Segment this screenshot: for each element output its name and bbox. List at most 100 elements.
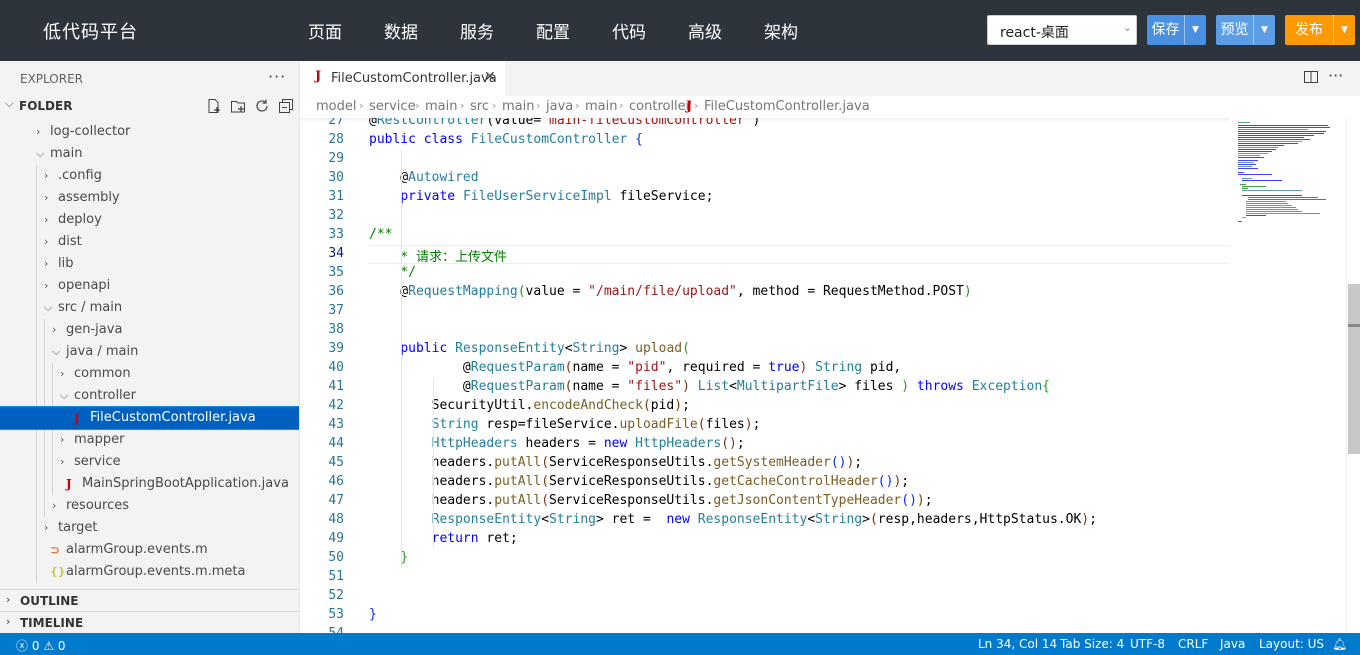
collapse-all-icon[interactable]	[278, 98, 294, 114]
outline-section-header[interactable]: › OUTLINE	[0, 589, 299, 611]
tree-folder[interactable]: › assembly	[0, 187, 299, 209]
line-number: 29	[328, 151, 344, 166]
close-icon[interactable]: ✕	[484, 69, 496, 85]
tree-folder[interactable]: › log-collector	[0, 121, 299, 143]
tab-file-custom-controller[interactable]: J FileCustomController.java ✕	[300, 61, 505, 96]
tree-item-label: lib	[58, 256, 74, 271]
notifications-icon[interactable]: 🔔︎	[1332, 637, 1347, 651]
java-file-icon: J	[66, 477, 72, 491]
code-line[interactable]: headers.putAll(ServiceResponseUtils.getS…	[369, 455, 863, 470]
publish-dropdown-caret-icon[interactable]: ▼	[1333, 15, 1355, 45]
tree-folder[interactable]: › gen-java	[0, 319, 299, 341]
code-line[interactable]: @RequestMapping(value = "/main/file/uplo…	[369, 284, 971, 299]
vertical-scrollbar[interactable]	[1346, 118, 1360, 633]
code-line[interactable]: @Autowired	[369, 170, 478, 185]
tab-size[interactable]: Tab Size: 4	[1060, 637, 1124, 651]
breadcrumb-item[interactable]: model	[316, 99, 356, 114]
tree-folder[interactable]: › resources	[0, 495, 299, 517]
tree-folder[interactable]: › common	[0, 363, 299, 385]
code-line[interactable]: HttpHeaders headers = new HttpHeaders();	[369, 436, 745, 451]
tree-file[interactable]: ⊃ alarmGroup.events.m	[0, 539, 299, 561]
tree-file[interactable]: {} alarmGroup.events.m.meta	[0, 561, 299, 583]
code-line[interactable]: return ret;	[369, 531, 518, 546]
breadcrumb-item[interactable]: main	[502, 99, 534, 114]
tree-folder[interactable]: › mapper	[0, 429, 299, 451]
cursor-position[interactable]: Ln 34, Col 14	[978, 637, 1057, 651]
tree-folder[interactable]: ⌵ controller	[0, 385, 299, 407]
code-line[interactable]: public class FileCustomController {	[369, 132, 643, 147]
more-actions-icon[interactable]: ···	[268, 67, 286, 86]
nav-data[interactable]: 数据	[384, 18, 418, 43]
scrollbar-thumb[interactable]	[1348, 284, 1360, 454]
code-line[interactable]: */	[369, 265, 416, 280]
encoding[interactable]: UTF-8	[1130, 637, 1165, 651]
code-editor[interactable]: 27 @RestController(value="main-fileCustom…	[300, 118, 1230, 633]
tree-folder[interactable]: › lib	[0, 253, 299, 275]
breadcrumb-item[interactable]: src	[470, 99, 489, 114]
split-editor-icon[interactable]	[1303, 69, 1319, 85]
new-folder-icon[interactable]	[230, 98, 246, 114]
breadcrumb-item[interactable]: service	[369, 99, 416, 114]
tree-file[interactable]: J FileCustomController.java	[0, 406, 299, 430]
preview-button[interactable]: 预览 ▼	[1216, 15, 1275, 45]
tree-item-label: FileCustomController.java	[90, 410, 256, 425]
refresh-icon[interactable]	[254, 98, 270, 114]
nav-page[interactable]: 页面	[308, 18, 342, 43]
chevron-right-icon: ›	[415, 99, 420, 112]
tree-folder[interactable]: ⌵ src / main	[0, 297, 299, 319]
save-button[interactable]: 保存 ▼	[1147, 15, 1206, 45]
folder-section-header[interactable]: ⌵ FOLDER	[0, 95, 299, 117]
breadcrumb-item[interactable]: FileCustomController.java	[704, 99, 870, 114]
code-line[interactable]: }	[369, 607, 377, 622]
indent-guide	[401, 150, 402, 568]
code-line[interactable]: headers.putAll(ServiceResponseUtils.getJ…	[369, 493, 933, 508]
code-line[interactable]: headers.putAll(ServiceResponseUtils.getC…	[369, 474, 909, 489]
code-line[interactable]: public ResponseEntity<String> upload(	[369, 341, 690, 356]
code-line[interactable]: private FileUserServiceImpl fileService;	[369, 189, 713, 204]
code-line[interactable]: SecurityUtil.encodeAndCheck(pid);	[369, 398, 690, 413]
new-file-icon[interactable]	[206, 98, 222, 114]
breadcrumb-item[interactable]: main	[585, 99, 617, 114]
nav-code[interactable]: 代码	[612, 18, 646, 43]
breadcrumb-item[interactable]: controller	[629, 99, 691, 114]
problems-indicator[interactable]: ⓧ 0 ⚠ 0	[16, 637, 66, 654]
tree-item-label: .config	[58, 168, 102, 183]
keyboard-layout[interactable]: Layout: US	[1259, 637, 1324, 651]
tree-folder[interactable]: › openapi	[0, 275, 299, 297]
save-dropdown-caret-icon[interactable]: ▼	[1184, 15, 1206, 45]
code-line[interactable]: String resp=fileService.uploadFile(files…	[369, 417, 761, 432]
code-line[interactable]: @RequestParam(name = "pid", required = t…	[369, 360, 901, 375]
preview-dropdown-caret-icon[interactable]: ▼	[1253, 15, 1275, 45]
breadcrumb-item[interactable]: main	[425, 99, 457, 114]
timeline-section-header[interactable]: › TIMELINE	[0, 611, 299, 633]
code-line[interactable]: * 请求：上传文件	[369, 246, 507, 265]
nav-config[interactable]: 配置	[536, 18, 570, 43]
code-line[interactable]: @RequestParam(name = "files") List<Multi…	[369, 379, 1050, 394]
code-line[interactable]: ResponseEntity<String> ret = new Respons…	[369, 512, 1097, 527]
code-line[interactable]: /**	[369, 227, 392, 242]
minimap-line	[1238, 162, 1254, 163]
tree-folder[interactable]: › deploy	[0, 209, 299, 231]
minimap[interactable]	[1230, 118, 1346, 633]
nav-architecture[interactable]: 架构	[764, 18, 798, 43]
line-number: 40	[328, 360, 344, 375]
tree-folder[interactable]: ⌵ main	[0, 143, 299, 165]
code-line[interactable]: @RestController(value="main-fileCustomCo…	[369, 118, 760, 128]
tree-folder[interactable]: › dist	[0, 231, 299, 253]
status-bar: ⓧ 0 ⚠ 0 Ln 34, Col 14 Tab Size: 4 UTF-8 …	[0, 633, 1360, 655]
tree-folder[interactable]: › service	[0, 451, 299, 473]
more-actions-icon[interactable]: ···	[1328, 66, 1343, 85]
nav-advanced[interactable]: 高级	[688, 18, 722, 43]
tree-file[interactable]: J MainSpringBootApplication.java	[0, 473, 299, 495]
nav-service[interactable]: 服务	[460, 18, 494, 43]
publish-button[interactable]: 发布 ▼	[1285, 15, 1355, 45]
line-ending[interactable]: CRLF	[1178, 637, 1208, 651]
environment-select[interactable]: react-桌面 ⌄	[987, 15, 1137, 45]
tree-folder[interactable]: ⌵ java / main	[0, 341, 299, 363]
chevron-down-icon: ⌵	[60, 389, 69, 402]
language-mode[interactable]: Java	[1220, 637, 1245, 651]
breadcrumb-item[interactable]: java	[546, 99, 573, 114]
tree-folder[interactable]: › .config	[0, 165, 299, 187]
code-line[interactable]: }	[369, 550, 408, 565]
tree-folder[interactable]: › target	[0, 517, 299, 539]
